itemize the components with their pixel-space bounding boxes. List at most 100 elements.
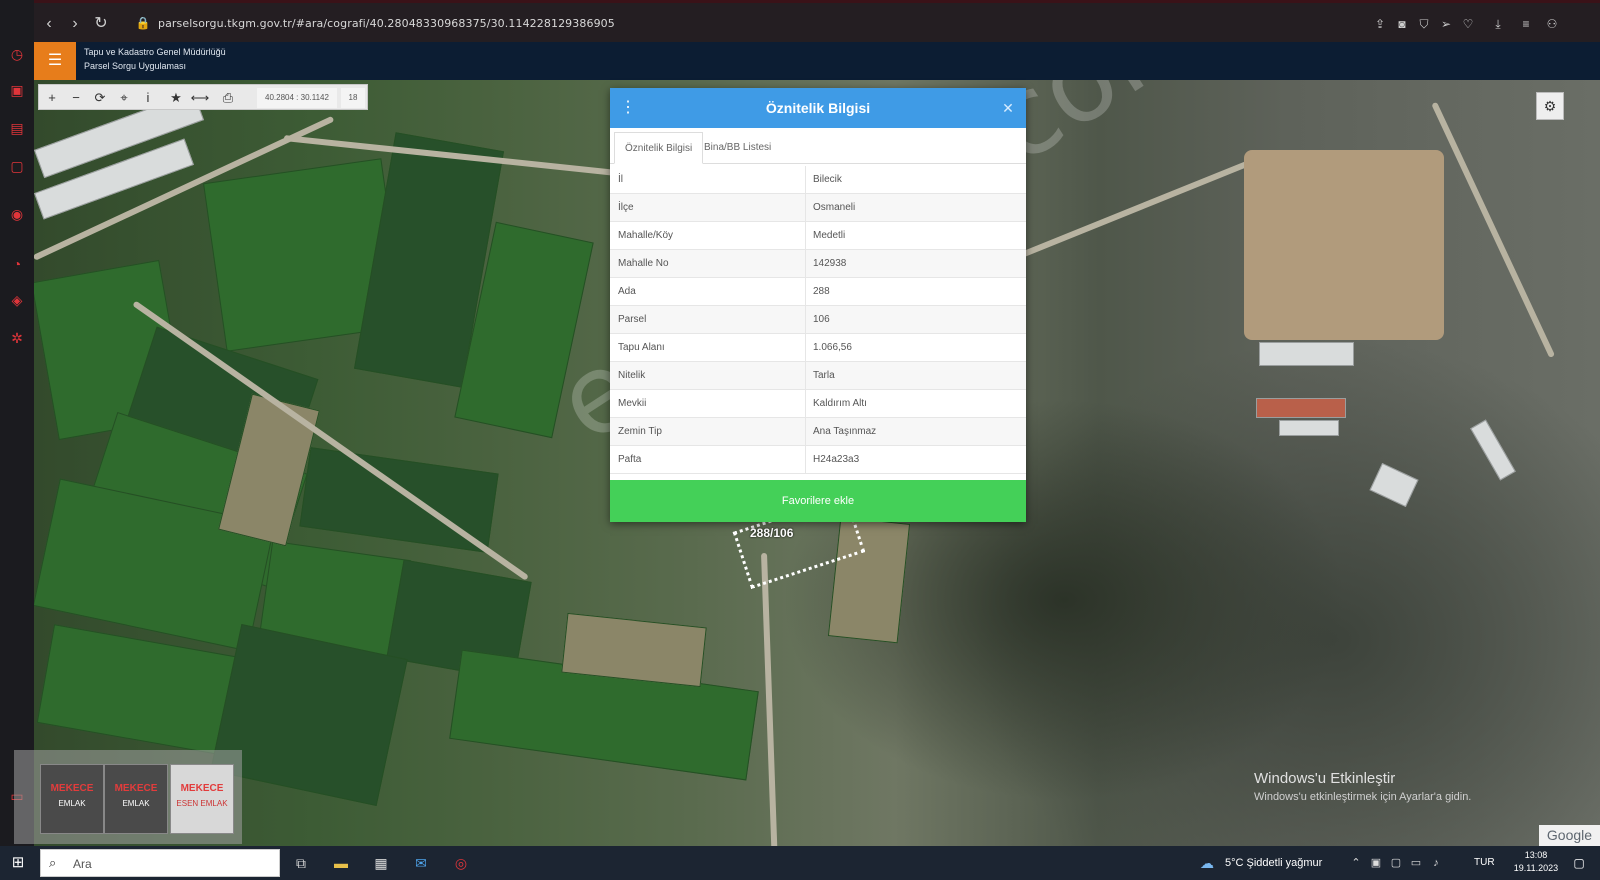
attribute-dialog: Öznitelik Bilgisi ⋮ ✕ Öznitelik Bilgisi … xyxy=(610,88,1026,522)
org-title: Tapu ve Kadastro Genel Müdürlüğü xyxy=(84,47,226,57)
table-row: Parsel 106 xyxy=(610,306,1026,334)
cell-divider xyxy=(805,278,806,306)
logo-subtext: EMLAK xyxy=(122,799,150,808)
address-bar[interactable]: parselsorgu.tkgm.gov.tr/#ara/cografi/40.… xyxy=(158,15,615,33)
settings-icon[interactable]: ✲ xyxy=(7,328,27,348)
send-icon[interactable]: ➢ xyxy=(1436,14,1456,34)
zoom-out-icon[interactable]: − xyxy=(65,87,87,109)
weather-icon[interactable]: ☁ xyxy=(1196,852,1218,874)
task-view-icon[interactable]: ⧉ xyxy=(290,852,312,874)
attribute-key: Mevkii xyxy=(618,398,647,409)
app-header: ☰ Tapu ve Kadastro Genel Müdürlüğü Parse… xyxy=(34,42,1600,80)
zoom-level: 18 xyxy=(341,88,365,108)
profile-icon[interactable]: ⚇ xyxy=(1542,14,1562,34)
logo-text: MEKECE xyxy=(180,783,224,794)
logo-text: MEKECE xyxy=(50,783,94,794)
windows-start-icon[interactable]: ⊞ xyxy=(8,853,28,873)
table-row: İlçe Osmaneli xyxy=(610,194,1026,222)
display-icon[interactable]: ▢ xyxy=(1388,855,1404,871)
chevron-up-icon[interactable]: ⌃ xyxy=(1348,855,1364,871)
table-row: Mevkii Kaldırım Altı xyxy=(610,390,1026,418)
tab-building-list[interactable]: Bina/BB Listesi xyxy=(694,132,781,164)
clock-time[interactable]: 13:08 xyxy=(1516,849,1556,861)
attribute-value: 106 xyxy=(813,314,830,325)
hamburger-menu-button[interactable]: ☰ xyxy=(34,42,76,80)
player-icon[interactable]: ◉ xyxy=(7,204,27,224)
download-icon[interactable]: ⤓ xyxy=(1488,14,1508,34)
tray-app-icon[interactable]: ▣ xyxy=(1368,855,1384,871)
attribute-value: 1.066,56 xyxy=(813,342,852,353)
refresh-icon[interactable]: ⟳ xyxy=(89,87,111,109)
table-row: Nitelik Tarla xyxy=(610,362,1026,390)
camera-icon[interactable]: ◙ xyxy=(1392,14,1412,34)
reload-icon[interactable]: ↻ xyxy=(90,13,112,35)
windows-taskbar: ⊞ ⌕ Ara ⧉ ▬ ▦ ✉ ◎ ☁ 5°C Şiddetli yağmur … xyxy=(0,846,1600,880)
kebab-menu-icon[interactable]: ⋮ xyxy=(620,96,636,120)
table-row: Ada 288 xyxy=(610,278,1026,306)
map-building xyxy=(1259,342,1354,366)
dialog-header: Öznitelik Bilgisi ⋮ ✕ xyxy=(610,88,1026,128)
heart-icon[interactable]: ♡ xyxy=(1458,14,1478,34)
language-indicator[interactable]: TUR xyxy=(1474,855,1495,871)
dialog-tabs: Öznitelik Bilgisi Bina/BB Listesi xyxy=(610,132,1026,164)
search-icon: ⌕ xyxy=(49,855,57,870)
coordinate-readout: 40.2804 : 30.1142 xyxy=(257,88,337,108)
volume-icon[interactable]: ♪ xyxy=(1428,855,1444,871)
attribute-value: Kaldırım Altı xyxy=(813,398,867,409)
back-icon[interactable]: ‹ xyxy=(38,13,60,35)
taskbar-search[interactable]: ⌕ Ara xyxy=(40,849,280,877)
attribute-key: Pafta xyxy=(618,454,642,465)
table-row: Tapu Alanı 1.066,56 xyxy=(610,334,1026,362)
shield-icon[interactable]: ⛉ xyxy=(1414,14,1434,34)
attribute-key: İlçe xyxy=(618,202,634,213)
locate-icon[interactable]: ⌖ xyxy=(113,87,135,109)
messenger-icon[interactable]: ▤ xyxy=(7,118,27,138)
close-icon[interactable]: ✕ xyxy=(998,98,1018,118)
attribute-key: Ada xyxy=(618,286,636,297)
info-icon[interactable]: i xyxy=(137,87,159,109)
attribute-value: Bilecik xyxy=(813,174,842,185)
browser-sidebar: ◷ ▣ ▤ ▢ ◉ ◔ ◈ ✲ ▭ xyxy=(0,0,34,880)
share-icon[interactable]: ⇪ xyxy=(1370,14,1390,34)
bag-icon[interactable]: ▣ xyxy=(7,80,27,100)
attribute-key: Zemin Tip xyxy=(618,426,662,437)
attribute-value: Ana Taşınmaz xyxy=(813,426,877,437)
mail-icon[interactable]: ✉ xyxy=(410,852,432,874)
print-icon[interactable]: ⎙ xyxy=(217,87,239,109)
attribute-value: Medetli xyxy=(813,230,846,241)
cell-divider xyxy=(805,222,806,250)
parcel-label: 288/106 xyxy=(750,526,794,540)
network-icon[interactable]: ▭ xyxy=(1408,855,1424,871)
logo-subtext: EMLAK xyxy=(58,799,86,808)
table-row: Mahalle No 142938 xyxy=(610,250,1026,278)
speedometer-icon[interactable]: ◷ xyxy=(7,44,27,64)
clock-date[interactable]: 19.11.2023 xyxy=(1510,862,1562,874)
attribute-key: Parsel xyxy=(618,314,647,325)
map-toolbar: + − ⟳ ⌖ i ★ ⟷ ⎙ 40.2804 : 30.1142 18 xyxy=(38,84,368,110)
map-building xyxy=(1369,462,1419,508)
instagram-icon[interactable]: ▢ xyxy=(7,156,27,176)
menu-icon[interactable]: ≡ xyxy=(1516,14,1536,34)
attribute-key: Mahalle No xyxy=(618,258,669,269)
attribute-key: İl xyxy=(618,174,623,185)
table-row: Zemin Tip Ana Taşınmaz xyxy=(610,418,1026,446)
gear-icon[interactable]: ⚙ xyxy=(1536,92,1564,120)
box-icon[interactable]: ◈ xyxy=(7,290,27,310)
file-explorer-icon[interactable]: ▬ xyxy=(330,852,352,874)
forward-icon[interactable]: › xyxy=(64,13,86,35)
cell-divider xyxy=(805,390,806,418)
history-icon[interactable]: ◔ xyxy=(7,254,27,274)
map-building xyxy=(1279,420,1339,436)
agency-logo: MEKECE EMLAK xyxy=(104,764,168,834)
weather-text[interactable]: 5°C Şiddetli yağmur xyxy=(1225,855,1322,871)
store-icon[interactable]: ▦ xyxy=(370,852,392,874)
zoom-in-icon[interactable]: + xyxy=(41,87,63,109)
cell-divider xyxy=(805,306,806,334)
map-road xyxy=(1431,101,1556,359)
measure-icon[interactable]: ⟷ xyxy=(189,87,211,109)
notification-icon[interactable]: ▢ xyxy=(1570,854,1588,872)
add-to-favorites-button[interactable]: Favorilere ekle xyxy=(610,480,1026,522)
star-icon[interactable]: ★ xyxy=(165,87,187,109)
tab-attributes[interactable]: Öznitelik Bilgisi xyxy=(614,132,704,164)
opera-gx-icon[interactable]: ◎ xyxy=(450,852,472,874)
